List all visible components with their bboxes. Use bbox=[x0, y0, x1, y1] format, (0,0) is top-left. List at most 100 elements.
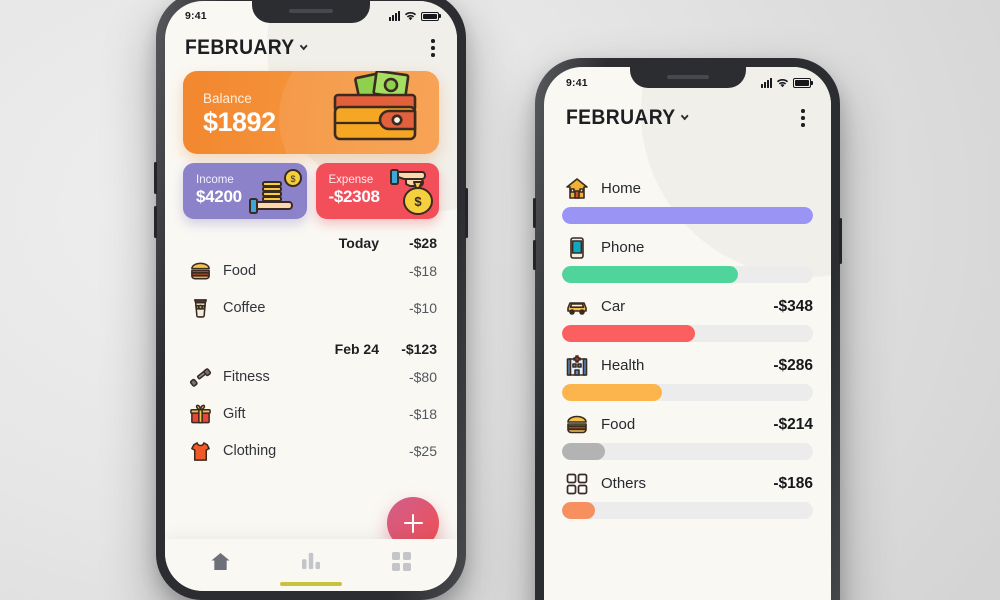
kebab-menu-icon[interactable] bbox=[797, 105, 809, 131]
category-amount: -$214 bbox=[773, 415, 813, 433]
hand-with-coins-icon: $ bbox=[248, 168, 302, 214]
status-bar: 9:41 bbox=[544, 67, 831, 91]
category-name: Others bbox=[601, 475, 647, 493]
transaction-category-icon bbox=[185, 403, 215, 426]
transaction-category-icon bbox=[185, 260, 215, 283]
volume-down-button[interactable] bbox=[533, 240, 536, 270]
home-icon bbox=[211, 552, 230, 570]
power-button[interactable] bbox=[465, 188, 468, 238]
category-icon bbox=[562, 177, 592, 201]
category-progress-track bbox=[562, 501, 813, 519]
svg-text:$: $ bbox=[414, 194, 422, 209]
transaction-row[interactable]: Gift -$18 bbox=[185, 396, 437, 433]
expense-amount: -$2308 bbox=[328, 186, 380, 206]
category-amount: -$286 bbox=[773, 356, 813, 374]
volume-down-button[interactable] bbox=[154, 206, 157, 238]
income-card[interactable]: Income $4200 $ bbox=[183, 162, 307, 219]
transaction-amount: -$80 bbox=[408, 369, 437, 386]
transaction-amount: -$18 bbox=[408, 406, 437, 423]
transaction-section-total: -$28 bbox=[408, 234, 437, 251]
category-name: Health bbox=[601, 357, 645, 375]
transaction-row[interactable]: Clothing -$25 bbox=[185, 433, 437, 470]
month-selector[interactable]: FEBRUARY bbox=[185, 36, 308, 60]
category-progress-fill bbox=[562, 265, 738, 283]
transaction-amount: -$25 bbox=[408, 443, 437, 460]
category-icon bbox=[562, 295, 592, 319]
month-label: FEBRUARY bbox=[566, 105, 676, 129]
nav-item-categories[interactable] bbox=[356, 551, 447, 571]
svg-text:$: $ bbox=[290, 174, 295, 184]
category-header: Food -$214 bbox=[562, 413, 813, 437]
grid-icon bbox=[566, 473, 588, 494]
transaction-category-name: Clothing bbox=[223, 443, 277, 460]
chevron-down-icon bbox=[299, 41, 308, 51]
category-item[interactable]: Health -$286 bbox=[562, 354, 813, 401]
coffee-cup-icon bbox=[193, 298, 207, 318]
status-bar-time: 9:41 bbox=[185, 10, 207, 22]
transaction-section-header: Today -$28 bbox=[185, 235, 437, 251]
hand-with-money-bag-icon: $ bbox=[390, 168, 433, 215]
transaction-row[interactable]: Food -$18 bbox=[185, 253, 437, 290]
balance-label: Balance bbox=[203, 90, 252, 106]
hospital-icon bbox=[566, 354, 588, 376]
transaction-row[interactable]: Coffee -$10 bbox=[185, 290, 437, 327]
house-icon bbox=[566, 177, 588, 199]
category-progress-track bbox=[562, 442, 813, 460]
category-progress-track bbox=[562, 206, 813, 224]
wallet-with-cash-icon bbox=[333, 70, 417, 140]
cellular-signal-icon bbox=[761, 77, 772, 88]
category-icon bbox=[562, 236, 592, 260]
burger-icon bbox=[567, 415, 587, 433]
category-item[interactable]: Others -$186 bbox=[562, 472, 813, 519]
category-amount: -$348 bbox=[773, 297, 813, 315]
gift-box-icon bbox=[189, 404, 211, 423]
transaction-row[interactable]: Fitness -$80 bbox=[185, 359, 437, 396]
kebab-menu-icon[interactable] bbox=[427, 35, 439, 61]
screenshot-canvas: 9:41 FEBRUARY Home Phone Car -$348 Healt… bbox=[0, 0, 1000, 600]
status-bar-time: 9:41 bbox=[566, 76, 588, 89]
transaction-category-icon bbox=[185, 366, 215, 389]
expense-label: Expense bbox=[328, 173, 374, 186]
category-name: Phone bbox=[601, 239, 645, 257]
category-item[interactable]: Food -$214 bbox=[562, 413, 813, 460]
transaction-category-icon bbox=[185, 440, 215, 463]
category-progress-fill bbox=[562, 501, 595, 519]
volume-up-button[interactable] bbox=[154, 162, 157, 194]
balance-amount: $1892 bbox=[203, 106, 276, 137]
category-progress-track bbox=[562, 383, 813, 401]
balance-card[interactable]: Balance $1892 bbox=[183, 70, 439, 154]
power-button[interactable] bbox=[839, 218, 842, 264]
expense-card[interactable]: Expense -$2308 $ bbox=[315, 162, 439, 219]
transaction-section-date: Feb 24 bbox=[334, 340, 379, 357]
car-icon bbox=[567, 301, 587, 315]
category-name: Food bbox=[601, 416, 636, 434]
category-icon bbox=[562, 472, 592, 496]
phone-device-left: 9:41 FEBRUARY Balance $1892 Income $4200… bbox=[154, 0, 468, 600]
category-progress-fill bbox=[562, 383, 663, 401]
transaction-list: Today -$28 Food -$18 Coffee -$10 Feb 24 -$123 Fi… bbox=[165, 219, 457, 470]
category-item[interactable]: Car -$348 bbox=[562, 295, 813, 342]
wifi-icon bbox=[776, 78, 789, 87]
transaction-section-header: Feb 24 -$123 bbox=[185, 341, 437, 357]
phone-screen-right: 9:41 FEBRUARY Home Phone Car -$348 Healt… bbox=[544, 67, 831, 600]
category-amount: -$186 bbox=[773, 474, 813, 492]
transaction-category-name: Fitness bbox=[223, 369, 270, 386]
category-icon bbox=[562, 354, 592, 378]
transaction-amount: -$18 bbox=[408, 263, 437, 280]
category-header: Others -$186 bbox=[562, 472, 813, 496]
grid-icon bbox=[392, 551, 412, 571]
nav-item-home[interactable] bbox=[175, 552, 266, 571]
volume-up-button[interactable] bbox=[533, 198, 536, 228]
bottom-navigation-bar bbox=[165, 539, 457, 591]
category-name: Car bbox=[601, 298, 626, 316]
category-header: Health -$286 bbox=[562, 354, 813, 378]
nav-item-statistics[interactable] bbox=[266, 552, 357, 570]
bar-chart-icon bbox=[302, 552, 320, 570]
income-expense-row: Income $4200 $ Expense -$2308 $ bbox=[183, 162, 439, 219]
category-progress-track bbox=[562, 265, 813, 283]
app-header-left: FEBRUARY bbox=[165, 25, 457, 61]
wifi-icon bbox=[404, 12, 417, 21]
transaction-category-name: Gift bbox=[223, 406, 246, 423]
income-label: Income bbox=[196, 173, 234, 186]
month-selector[interactable]: FEBRUARY bbox=[566, 105, 689, 130]
